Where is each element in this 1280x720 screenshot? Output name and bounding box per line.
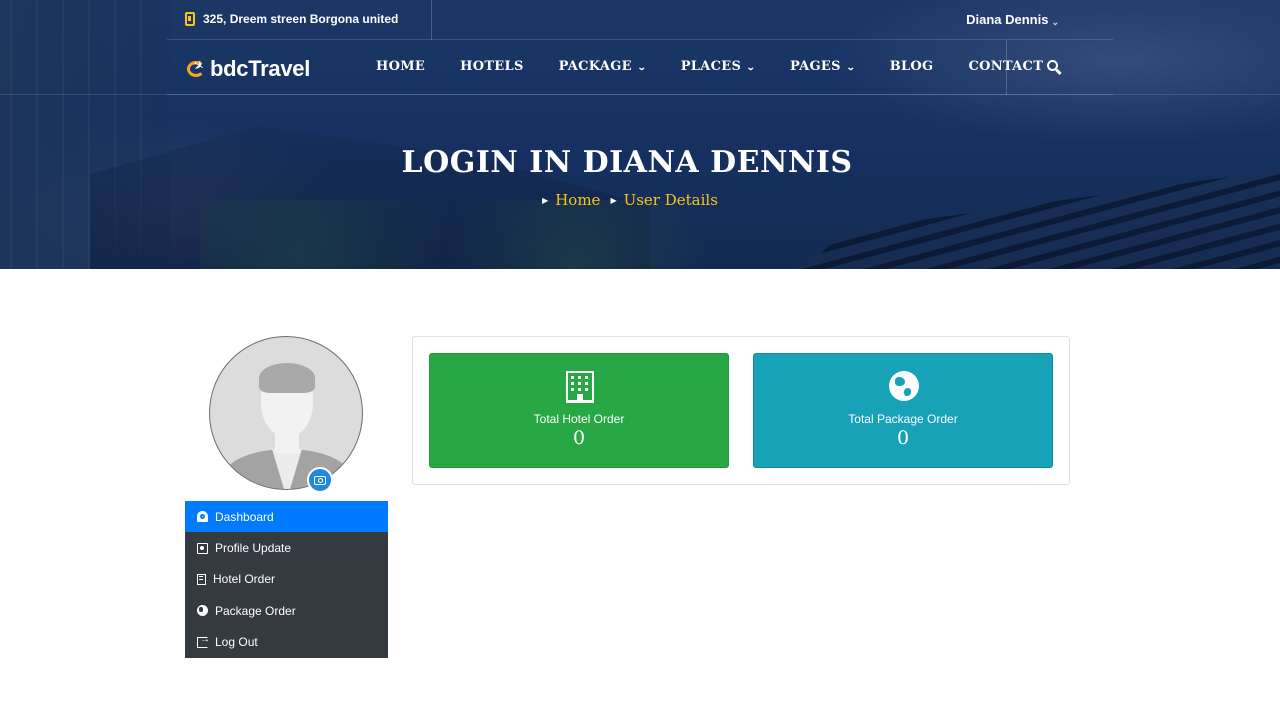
building-icon (197, 573, 206, 585)
sidebar-item-label: Hotel Order (213, 572, 276, 587)
globe-icon (889, 371, 919, 401)
nav-menu: HOME HOTELS PACKAGE ⌄ PLACES ⌄ PAGES ⌄ BLOG… (376, 59, 1078, 74)
caret-down-icon[interactable]: ⌄ (1051, 18, 1059, 27)
navbar-bottom-line (0, 94, 1280, 95)
caret-right-icon: ▶ (542, 195, 549, 205)
building-icon (566, 371, 594, 403)
sidebar-item-label: Log Out (215, 635, 258, 650)
sidebar-item-package-order[interactable]: Package Order (185, 595, 388, 626)
sidebar-item-profile-update[interactable]: Profile Update (185, 532, 388, 563)
globe-icon (197, 605, 208, 617)
chevron-down-icon[interactable]: ⌄ (637, 63, 647, 73)
sidebar-item-hotel-order[interactable]: Hotel Order (185, 564, 388, 595)
breadcrumb: ▶ Home ▶ User Details (0, 191, 1260, 209)
nav-divider (1006, 40, 1007, 95)
caret-right-icon: ▶ (610, 195, 617, 205)
topbar-divider (431, 0, 432, 40)
sidebar-item-dashboard[interactable]: Dashboard (185, 501, 388, 533)
address-text: 325, Dreem streen Borgona united (203, 12, 399, 26)
camera-icon[interactable] (307, 467, 333, 493)
tachometer-icon (197, 511, 208, 523)
main-navbar: ✈ bdcTravel HOME HOTELS PACKAGE ⌄ PLACES ⌄… (167, 40, 1113, 95)
logo-text[interactable]: bdcTravel (210, 56, 310, 82)
sidebar-item-label: Dashboard (215, 509, 274, 524)
page-title: LOGIN IN DIANA DENNIS (401, 145, 853, 180)
breadcrumb-home[interactable]: ▶ Home (542, 191, 600, 209)
nav-item-package[interactable]: PACKAGE ⌄ (559, 59, 647, 74)
sidebar-item-label: Profile Update (215, 541, 292, 556)
mobile-phone-icon (185, 12, 195, 26)
hero-banner: 325, Dreem streen Borgona united Diana D… (0, 0, 1280, 269)
nav-item-pages[interactable]: PAGES ⌄ (790, 59, 855, 74)
stat-value: 0 (896, 427, 910, 449)
stat-label: Total Package Order (848, 412, 958, 426)
avatar (209, 336, 363, 490)
avatar-hair (259, 363, 315, 393)
sidebar-item-label: Package Order (215, 603, 296, 618)
nav-item-home[interactable]: HOME (376, 59, 425, 74)
stat-value: 0 (572, 427, 586, 449)
breadcrumb-current: ▶ User Details (610, 191, 718, 209)
nav-item-places[interactable]: PLACES ⌄ (681, 59, 756, 74)
chevron-down-icon[interactable]: ⌄ (846, 63, 856, 73)
user-name[interactable]: Diana Dennis (966, 12, 1048, 27)
search-icon[interactable] (1047, 60, 1063, 76)
address-info: 325, Dreem streen Borgona united (185, 12, 398, 26)
chevron-down-icon[interactable]: ⌄ (746, 63, 756, 73)
nav-item-blog[interactable]: BLOG (890, 59, 934, 74)
nav-item-hotels[interactable]: HOTELS (460, 59, 524, 74)
sidebar-item-logout[interactable]: Log Out (185, 627, 388, 658)
plane-logo-icon: ✈ (185, 56, 207, 80)
stats-panel: Total Hotel Order 0 Total Package Order … (412, 336, 1070, 485)
sign-out-icon (197, 634, 210, 648)
stat-card-hotel-orders: Total Hotel Order 0 (429, 353, 729, 468)
top-bar: 325, Dreem streen Borgona united Diana D… (167, 0, 1113, 40)
address-card-icon (197, 542, 208, 554)
site-logo[interactable]: ✈ bdcTravel (185, 56, 310, 82)
user-menu[interactable]: Diana Dennis ⌄ (966, 12, 1059, 27)
stat-label: Total Hotel Order (533, 412, 625, 426)
stat-card-package-orders: Total Package Order 0 (753, 353, 1053, 468)
dashboard-sidebar: Dashboard Profile Update Hotel Order Pac… (185, 501, 388, 658)
